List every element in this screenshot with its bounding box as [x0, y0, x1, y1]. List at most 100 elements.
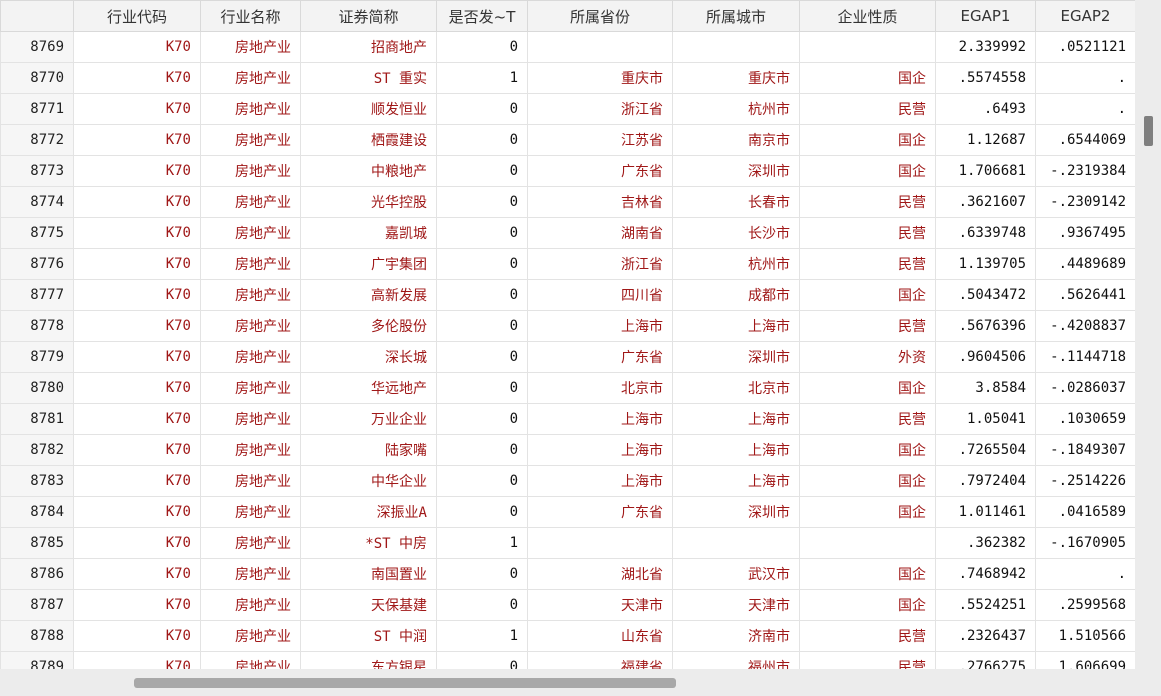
industry-code-cell[interactable]: K70	[73, 372, 201, 404]
industry-name-cell[interactable]: 房地产业	[200, 217, 301, 249]
egap1-cell[interactable]: 1.011461	[935, 496, 1036, 528]
industry-name-cell[interactable]: 房地产业	[200, 31, 301, 63]
province-cell[interactable]: 上海市	[527, 403, 673, 435]
flag-cell[interactable]: 0	[436, 93, 528, 125]
table-row[interactable]: 8777 K70 房地产业 高新发展 0 四川省 成都市 国企 .5043472.5626441	[0, 279, 1135, 311]
flag-cell[interactable]: 0	[436, 558, 528, 590]
row-number[interactable]: 8782	[0, 434, 74, 466]
industry-name-cell[interactable]: 房地产业	[200, 341, 301, 373]
egap2-cell[interactable]: -.0286037	[1035, 372, 1135, 404]
city-cell[interactable]: 上海市	[672, 465, 800, 497]
row-number[interactable]: 8772	[0, 124, 74, 156]
egap1-cell[interactable]: .5043472	[935, 279, 1036, 311]
stock-name-cell[interactable]: ST 重实	[300, 62, 437, 94]
egap2-cell[interactable]: .5626441	[1035, 279, 1135, 311]
flag-cell[interactable]: 0	[436, 341, 528, 373]
city-cell[interactable]: 成都市	[672, 279, 800, 311]
ownership-cell[interactable]: 民营	[799, 248, 936, 280]
egap2-cell[interactable]: 1.606699	[1035, 651, 1135, 669]
industry-name-cell[interactable]: 房地产业	[200, 434, 301, 466]
egap1-cell[interactable]: .2766275	[935, 651, 1036, 669]
egap2-cell[interactable]: -.2514226	[1035, 465, 1135, 497]
province-cell[interactable]: 湖南省	[527, 217, 673, 249]
industry-code-cell[interactable]: K70	[73, 465, 201, 497]
industry-code-cell[interactable]: K70	[73, 403, 201, 435]
ownership-cell[interactable]: 国企	[799, 372, 936, 404]
flag-cell[interactable]: 0	[436, 217, 528, 249]
industry-code-cell[interactable]: K70	[73, 527, 201, 559]
city-cell[interactable]: 杭州市	[672, 248, 800, 280]
industry-name-cell[interactable]: 房地产业	[200, 465, 301, 497]
province-cell[interactable]: 浙江省	[527, 248, 673, 280]
industry-name-cell[interactable]: 房地产业	[200, 651, 301, 669]
row-number[interactable]: 8785	[0, 527, 74, 559]
industry-code-cell[interactable]: K70	[73, 93, 201, 125]
city-cell[interactable]	[672, 527, 800, 559]
column-header[interactable]: EGAP1	[935, 0, 1036, 32]
industry-name-cell[interactable]: 房地产业	[200, 186, 301, 218]
industry-name-cell[interactable]: 房地产业	[200, 589, 301, 621]
industry-code-cell[interactable]: K70	[73, 558, 201, 590]
egap2-cell[interactable]: .0521121	[1035, 31, 1135, 63]
egap1-cell[interactable]: .3621607	[935, 186, 1036, 218]
city-cell[interactable]: 杭州市	[672, 93, 800, 125]
egap2-cell[interactable]: .	[1035, 93, 1135, 125]
stock-name-cell[interactable]: 广宇集团	[300, 248, 437, 280]
ownership-cell[interactable]: 国企	[799, 558, 936, 590]
province-cell[interactable]	[527, 527, 673, 559]
industry-name-cell[interactable]: 房地产业	[200, 155, 301, 187]
province-cell[interactable]: 上海市	[527, 310, 673, 342]
industry-code-cell[interactable]: K70	[73, 62, 201, 94]
city-cell[interactable]: 上海市	[672, 434, 800, 466]
industry-name-cell[interactable]: 房地产业	[200, 558, 301, 590]
stock-name-cell[interactable]: *ST 中房	[300, 527, 437, 559]
province-cell[interactable]	[527, 31, 673, 63]
city-cell[interactable]: 上海市	[672, 310, 800, 342]
table-row[interactable]: 8780 K70 房地产业 华远地产 0 北京市 北京市 国企 3.8584 -.0286037	[0, 372, 1135, 404]
table-row[interactable]: 8782 K70 房地产业 陆家嘴 0 上海市 上海市 国企 .7265504 -.1849307	[0, 434, 1135, 466]
city-cell[interactable]: 重庆市	[672, 62, 800, 94]
province-cell[interactable]: 上海市	[527, 434, 673, 466]
stock-name-cell[interactable]: 天保基建	[300, 589, 437, 621]
ownership-cell[interactable]: 民营	[799, 651, 936, 669]
stock-name-cell[interactable]: 多伦股份	[300, 310, 437, 342]
industry-name-cell[interactable]: 房地产业	[200, 620, 301, 652]
column-header[interactable]: 是否发~T	[436, 0, 528, 32]
stock-name-cell[interactable]: 华远地产	[300, 372, 437, 404]
province-cell[interactable]: 江苏省	[527, 124, 673, 156]
row-number[interactable]: 8776	[0, 248, 74, 280]
industry-name-cell[interactable]: 房地产业	[200, 403, 301, 435]
table-row[interactable]: 8785 K70 房地产业 *ST 中房 1 .362382 -.1670905	[0, 527, 1135, 559]
stock-name-cell[interactable]: 栖霞建设	[300, 124, 437, 156]
column-header[interactable]: EGAP2	[1035, 0, 1135, 32]
province-cell[interactable]: 山东省	[527, 620, 673, 652]
horizontal-scroll-thumb[interactable]	[134, 678, 676, 688]
egap1-cell[interactable]: 1.12687	[935, 124, 1036, 156]
flag-cell[interactable]: 1	[436, 62, 528, 94]
industry-name-cell[interactable]: 房地产业	[200, 93, 301, 125]
flag-cell[interactable]: 0	[436, 496, 528, 528]
egap1-cell[interactable]: .7468942	[935, 558, 1036, 590]
ownership-cell[interactable]: 民营	[799, 186, 936, 218]
egap1-cell[interactable]: .5676396	[935, 310, 1036, 342]
table-row[interactable]: 8779 K70 房地产业 深长城 0 广东省 深圳市 外资 .9604506 -.1144718	[0, 341, 1135, 373]
stock-name-cell[interactable]: 深振业A	[300, 496, 437, 528]
stock-name-cell[interactable]: 嘉凯城	[300, 217, 437, 249]
table-row[interactable]: 8775 K70 房地产业 嘉凯城 0 湖南省 长沙市 民营 .6339748.9367495	[0, 217, 1135, 249]
row-number[interactable]: 8787	[0, 589, 74, 621]
industry-code-cell[interactable]: K70	[73, 310, 201, 342]
ownership-cell[interactable]: 国企	[799, 155, 936, 187]
horizontal-scrollbar[interactable]	[0, 669, 1135, 696]
industry-code-cell[interactable]: K70	[73, 651, 201, 669]
province-cell[interactable]: 湖北省	[527, 558, 673, 590]
data-grid[interactable]: 行业代码 行业名称 证券简称 是否发~T 所属省份 所属城市 企业性质 EGAP…	[0, 0, 1135, 669]
ownership-cell[interactable]	[799, 31, 936, 63]
stock-name-cell[interactable]: 东方银星	[300, 651, 437, 669]
egap1-cell[interactable]: .5524251	[935, 589, 1036, 621]
city-cell[interactable]: 武汉市	[672, 558, 800, 590]
table-row[interactable]: 8784 K70 房地产业 深振业A 0 广东省 深圳市 国企 1.011461.0416589	[0, 496, 1135, 528]
industry-name-cell[interactable]: 房地产业	[200, 279, 301, 311]
egap2-cell[interactable]: 1.510566	[1035, 620, 1135, 652]
egap2-cell[interactable]: -.2309142	[1035, 186, 1135, 218]
egap1-cell[interactable]: .7972404	[935, 465, 1036, 497]
